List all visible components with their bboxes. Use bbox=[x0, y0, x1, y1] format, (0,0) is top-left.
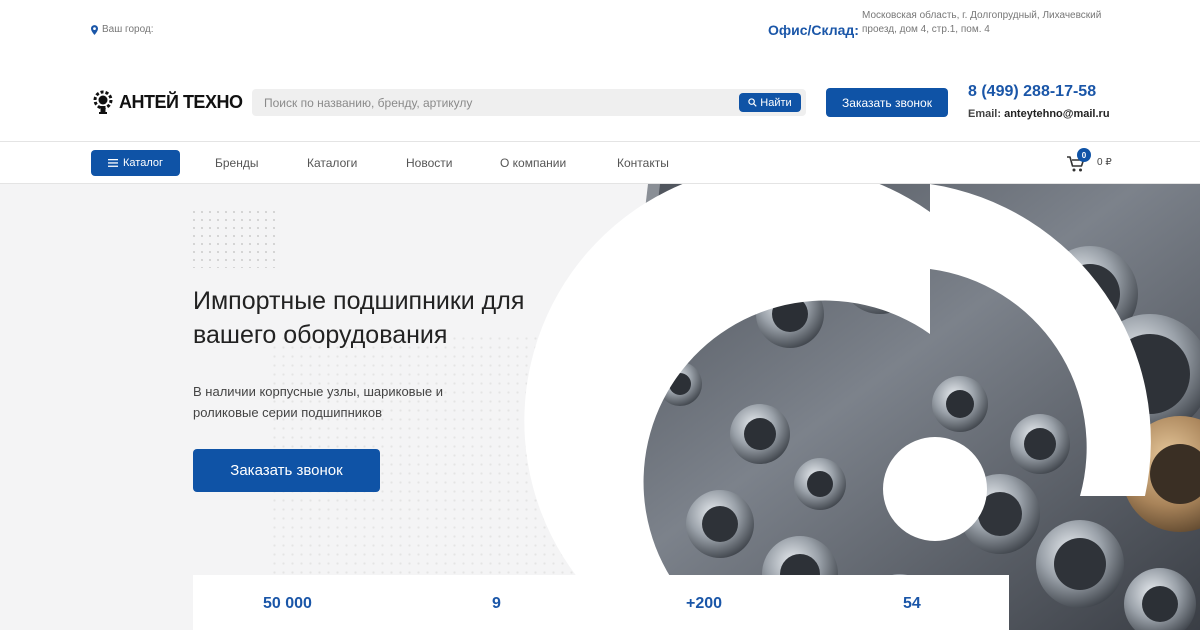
catalog-button[interactable]: Каталог bbox=[91, 150, 180, 176]
search-icon bbox=[748, 98, 757, 107]
search-input[interactable] bbox=[264, 89, 734, 116]
email-block: Email: anteytehno@mail.ru bbox=[968, 108, 1110, 120]
email-link[interactable]: anteytehno@mail.ru bbox=[1004, 108, 1109, 120]
hero-subtitle: В наличии корпусные узлы, шариковые и ро… bbox=[193, 384, 444, 420]
request-call-button-hero[interactable]: Заказать звонок bbox=[193, 449, 380, 492]
logo-text: АНТЕЙ ТЕХНО bbox=[119, 91, 243, 112]
gear-bulb-icon bbox=[93, 90, 113, 114]
nav-item-catalogs[interactable]: Каталоги bbox=[307, 156, 357, 170]
office-label: Офис/Склад: bbox=[768, 22, 859, 38]
logo[interactable]: АНТЕЙ ТЕХНО bbox=[91, 88, 243, 116]
topbar: Ваш город: Офис/Склад: Московская област… bbox=[0, 0, 1200, 60]
page: Ваш город: Офис/Склад: Московская област… bbox=[0, 0, 1200, 630]
cart[interactable]: 0 0 ₽ bbox=[1066, 148, 1126, 176]
email-label: Email: bbox=[968, 108, 1002, 120]
search-bar: Найти bbox=[252, 89, 806, 116]
nav-item-brands[interactable]: Бренды bbox=[215, 156, 258, 170]
hero-title: Импортные подшипники для вашего оборудов… bbox=[193, 287, 525, 349]
stats-bar: 50 000 9 +200 54 bbox=[193, 575, 1009, 630]
cart-sum: 0 ₽ bbox=[1097, 157, 1112, 168]
request-call-button-header[interactable]: Заказать звонок bbox=[826, 88, 948, 117]
stat-value: 9 bbox=[492, 595, 501, 612]
phone-number[interactable]: 8 (499) 288-17-58 bbox=[968, 83, 1096, 101]
stat-value: 54 bbox=[903, 595, 921, 612]
office-address: Московская область, г. Долгопрудный, Лих… bbox=[862, 10, 1102, 35]
city-label: Ваш город: bbox=[102, 24, 154, 35]
menu-icon bbox=[108, 159, 118, 167]
city-selector[interactable]: Ваш город: bbox=[91, 24, 154, 35]
nav-item-about[interactable]: О компании bbox=[500, 156, 566, 170]
cart-count-badge: 0 bbox=[1077, 148, 1091, 162]
main-nav: Каталог Бренды Каталоги Новости О компан… bbox=[0, 141, 1200, 184]
search-button-label: Найти bbox=[760, 96, 792, 109]
nav-item-news[interactable]: Новости bbox=[406, 156, 452, 170]
catalog-button-label: Каталог bbox=[123, 157, 163, 169]
search-button[interactable]: Найти bbox=[739, 93, 801, 112]
stat-value: +200 bbox=[686, 595, 723, 612]
bearings-photo bbox=[524, 184, 1200, 630]
map-pin-icon bbox=[91, 24, 98, 35]
hero-banner: Импортные подшипники для вашего оборудов… bbox=[0, 184, 1200, 630]
nav-item-contacts[interactable]: Контакты bbox=[617, 156, 669, 170]
stat-value: 50 000 bbox=[263, 595, 312, 612]
